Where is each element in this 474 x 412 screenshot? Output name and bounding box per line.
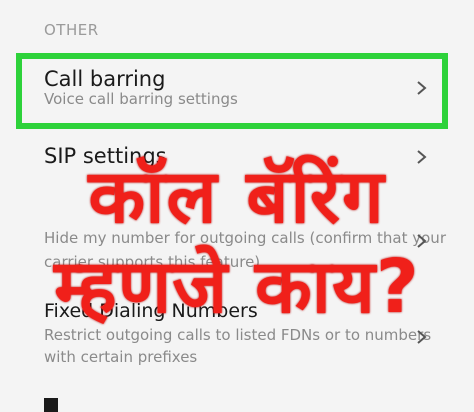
settings-screen: OTHER Call barring Voice call barring se… — [0, 0, 474, 412]
fixed-dialing-numbers-subtitle-line2: with certain prefixes — [44, 348, 198, 366]
chevron-right-icon — [414, 330, 428, 344]
overlay-title-line1: कॉल बॅरिंग — [88, 154, 386, 240]
section-header-other: OTHER — [44, 21, 99, 39]
next-item-fragment — [44, 398, 58, 412]
overlay-title-line2: म्हणजे काय? — [54, 244, 420, 330]
highlight-box — [16, 53, 448, 129]
